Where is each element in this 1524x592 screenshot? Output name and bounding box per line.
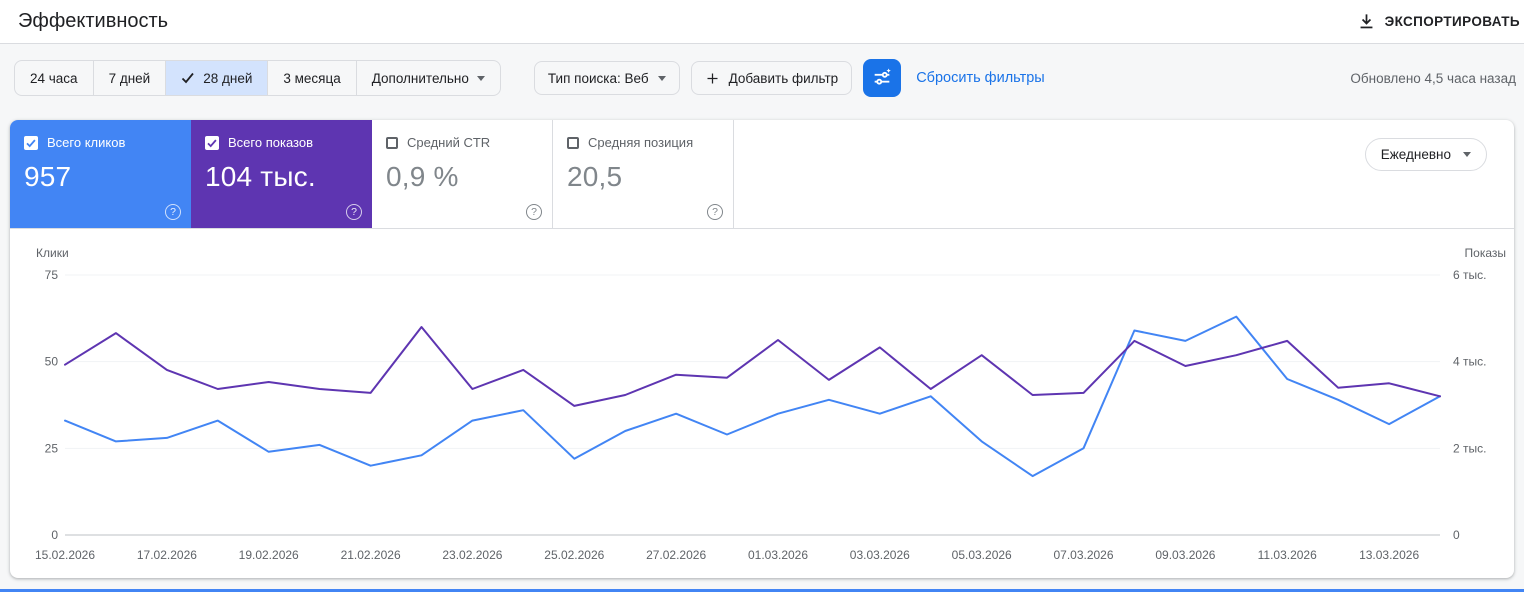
- checkbox-checked-icon[interactable]: [24, 135, 38, 150]
- metric-value: 0,9 %: [386, 161, 459, 192]
- help-icon[interactable]: ?: [526, 204, 542, 220]
- add-filter-label: Добавить фильтр: [728, 70, 839, 86]
- metric-average-position[interactable]: Средняя позиция 20,5 ?: [553, 120, 734, 228]
- date-range-selector: 24 часа 7 дней 28 дней 3 месяца Дополнит…: [14, 60, 501, 96]
- svg-text:09.03.2026: 09.03.2026: [1155, 548, 1215, 562]
- chevron-down-icon: [657, 75, 666, 81]
- metric-label: Всего кликов: [47, 135, 126, 150]
- svg-text:19.02.2026: 19.02.2026: [239, 548, 299, 562]
- svg-text:03.03.2026: 03.03.2026: [850, 548, 910, 562]
- performance-chart-area: 75 50 25 0 6 тыс. 4 тыс. 2 тыс. 0 Клики Показы 15.…: [10, 229, 1514, 578]
- metrics-row: Всего кликов 957 ? Всего показов 104 тыс…: [10, 120, 1514, 229]
- svg-text:23.02.2026: 23.02.2026: [442, 548, 502, 562]
- date-range-label: 3 месяца: [283, 70, 341, 86]
- help-icon[interactable]: ?: [165, 204, 181, 220]
- metric-label-row: Средний CTR: [386, 135, 538, 150]
- svg-text:21.02.2026: 21.02.2026: [341, 548, 401, 562]
- download-icon: [1360, 14, 1372, 29]
- svg-text:Клики: Клики: [36, 246, 69, 260]
- checkbox-unchecked-icon[interactable]: [567, 136, 579, 149]
- granularity-label: Ежедневно: [1380, 147, 1451, 162]
- date-range-28d-selected[interactable]: 28 дней: [165, 61, 268, 95]
- updated-status-text: Обновлено 4,5 часа назад: [1350, 70, 1516, 86]
- svg-text:0: 0: [51, 528, 58, 542]
- metric-label: Средняя позиция: [588, 135, 694, 150]
- date-range-3m[interactable]: 3 месяца: [267, 61, 355, 95]
- export-label: ЭКСПОРТИРОВАТЬ: [1384, 14, 1520, 29]
- chevron-down-icon: [1463, 152, 1471, 157]
- page-title: Эффективность: [18, 10, 169, 32]
- check-icon: [182, 72, 194, 84]
- svg-text:75: 75: [45, 268, 59, 282]
- svg-text:25.02.2026: 25.02.2026: [544, 548, 604, 562]
- svg-text:0: 0: [1453, 528, 1460, 542]
- metric-label: Средний CTR: [407, 135, 491, 150]
- metric-value: 104 тыс.: [205, 161, 316, 192]
- svg-text:13.03.2026: 13.03.2026: [1359, 548, 1419, 562]
- date-range-more[interactable]: Дополнительно: [355, 61, 500, 95]
- svg-text:4 тыс.: 4 тыс.: [1453, 355, 1486, 369]
- plus-icon: [707, 73, 718, 83]
- filter-toolbar: 24 часа 7 дней 28 дней 3 месяца Дополнит…: [14, 59, 1516, 97]
- svg-text:25: 25: [45, 441, 59, 455]
- svg-text:50: 50: [45, 355, 59, 369]
- svg-text:01.03.2026: 01.03.2026: [748, 548, 808, 562]
- metric-value: 20,5: [567, 161, 623, 192]
- svg-text:17.02.2026: 17.02.2026: [137, 548, 197, 562]
- svg-text:Показы: Показы: [1465, 246, 1506, 260]
- date-range-more-label: Дополнительно: [371, 70, 469, 86]
- metric-label-row: Всего показов: [205, 135, 358, 150]
- search-type-filter-chip[interactable]: Тип поиска: Веб: [533, 61, 680, 95]
- date-range-label: 28 дней: [203, 70, 253, 86]
- svg-text:15.02.2026: 15.02.2026: [35, 548, 95, 562]
- svg-text:2 тыс.: 2 тыс.: [1453, 441, 1486, 455]
- reset-filters-link[interactable]: Сбросить фильтры: [916, 70, 1045, 86]
- metric-total-impressions[interactable]: Всего показов 104 тыс. ?: [191, 120, 372, 228]
- checkbox-checked-icon[interactable]: [205, 135, 219, 150]
- metric-value: 957: [24, 161, 72, 192]
- search-type-label: Тип поиска: Веб: [547, 70, 649, 86]
- tune-filter-icon: [874, 68, 891, 85]
- help-icon[interactable]: ?: [707, 204, 723, 220]
- clicks-impressions-line-chart[interactable]: 75 50 25 0 6 тыс. 4 тыс. 2 тыс. 0 Клики Показы 15.…: [10, 241, 1514, 573]
- chevron-down-icon: [476, 75, 485, 81]
- svg-text:07.03.2026: 07.03.2026: [1053, 548, 1113, 562]
- date-range-24h[interactable]: 24 часа: [15, 61, 93, 95]
- svg-text:11.03.2026: 11.03.2026: [1258, 548, 1317, 562]
- performance-card: Всего кликов 957 ? Всего показов 104 тыс…: [10, 120, 1514, 578]
- metric-total-clicks[interactable]: Всего кликов 957 ?: [10, 120, 191, 228]
- date-range-label: 24 часа: [30, 70, 78, 86]
- help-icon[interactable]: ?: [346, 204, 362, 220]
- filter-settings-button[interactable]: [863, 59, 902, 97]
- page-header: Эффективность ЭКСПОРТИРОВАТЬ: [0, 0, 1524, 44]
- svg-text:27.02.2026: 27.02.2026: [646, 548, 706, 562]
- date-range-7d[interactable]: 7 дней: [92, 61, 166, 95]
- granularity-dropdown[interactable]: Ежедневно: [1364, 138, 1487, 171]
- svg-text:05.03.2026: 05.03.2026: [952, 548, 1012, 562]
- date-range-label: 7 дней: [108, 70, 151, 86]
- metric-label-row: Всего кликов: [24, 135, 177, 150]
- add-filter-button[interactable]: Добавить фильтр: [690, 61, 853, 95]
- export-button[interactable]: ЭКСПОРТИРОВАТЬ: [1349, 6, 1522, 37]
- metric-label-row: Средняя позиция: [567, 135, 719, 150]
- svg-text:6 тыс.: 6 тыс.: [1453, 268, 1486, 282]
- checkbox-unchecked-icon[interactable]: [386, 136, 398, 149]
- metric-label: Всего показов: [228, 135, 313, 150]
- metric-average-ctr[interactable]: Средний CTR 0,9 % ?: [372, 120, 553, 228]
